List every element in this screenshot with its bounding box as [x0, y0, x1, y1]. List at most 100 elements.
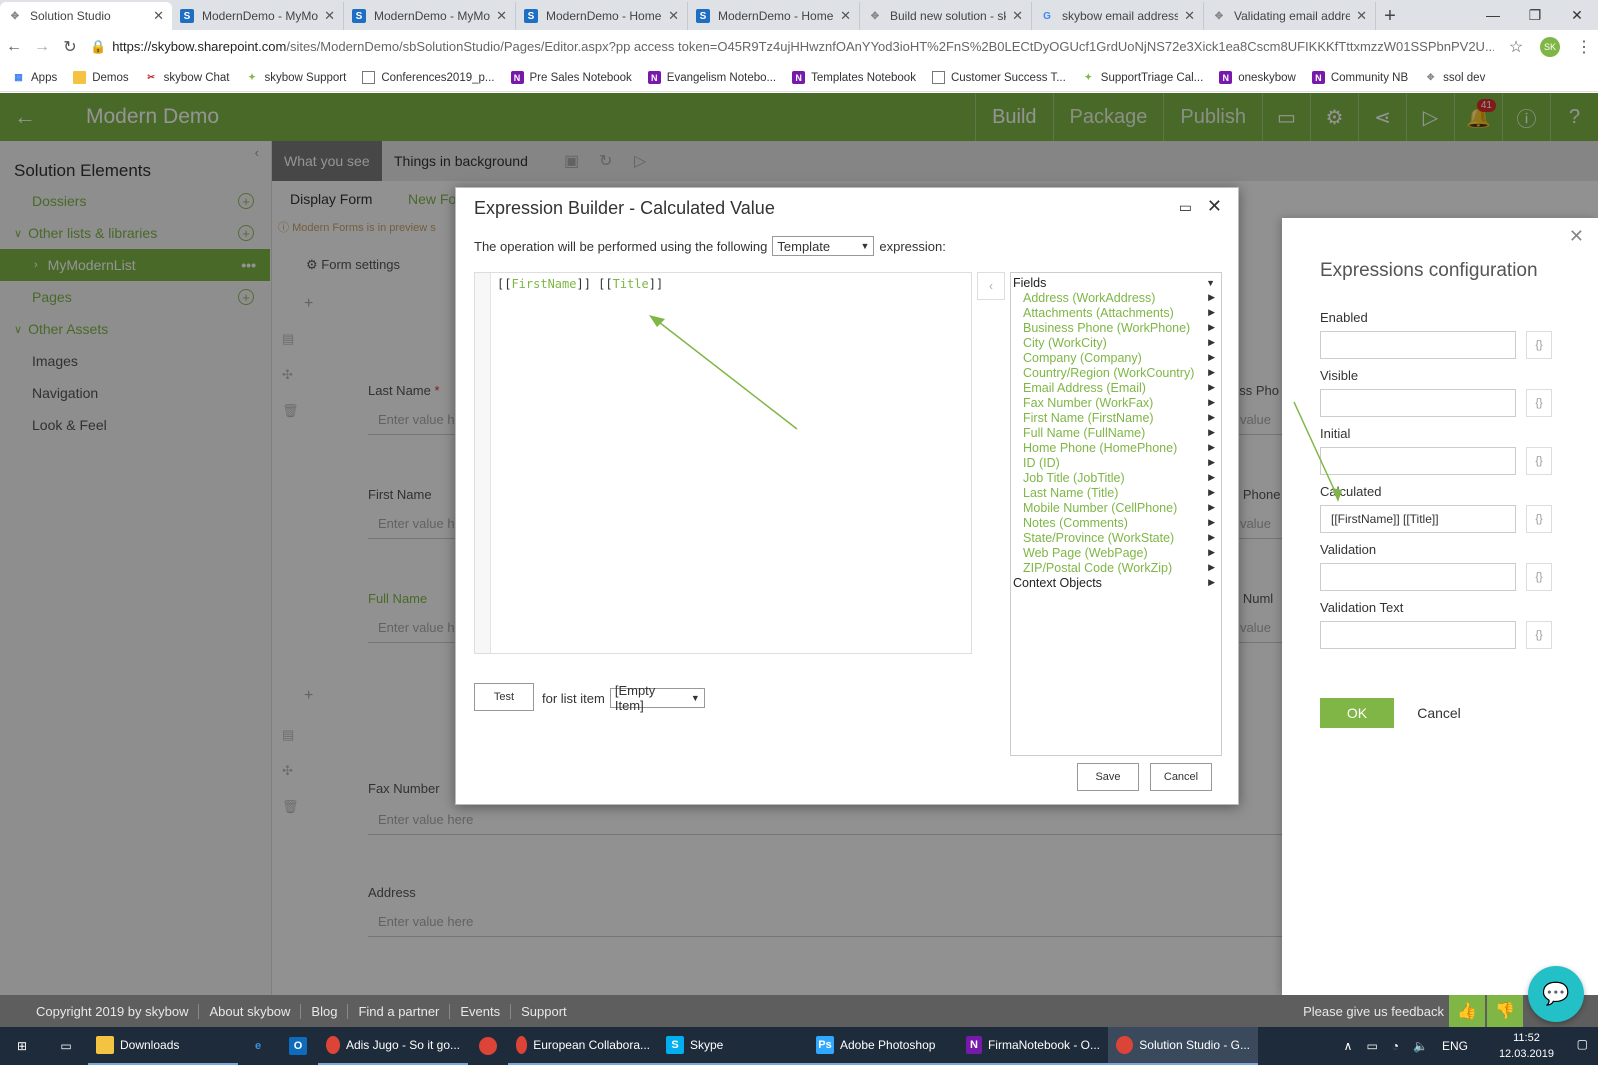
browser-tab[interactable]: S ModernDemo - Home ✕: [516, 2, 688, 30]
tree-item[interactable]: First Name (FirstName) ▶: [1011, 410, 1221, 425]
battery-icon[interactable]: ▭: [1366, 1039, 1377, 1053]
collapse-tree-button[interactable]: ‹: [977, 272, 1005, 300]
taskbar-onenote[interactable]: N FirmaNotebook - O...: [958, 1027, 1108, 1065]
tree-item[interactable]: State/Province (WorkState) ▶: [1011, 530, 1221, 545]
braces-button[interactable]: {}: [1526, 331, 1552, 359]
tree-item[interactable]: Fax Number (WorkFax) ▶: [1011, 395, 1221, 410]
bookmark-conferences[interactable]: Conferences2019_p...: [362, 71, 495, 84]
braces-button[interactable]: {}: [1526, 621, 1552, 649]
tree-item[interactable]: Last Name (Title) ▶: [1011, 485, 1221, 500]
minimize-icon[interactable]: —: [1472, 0, 1514, 30]
forward-arrow-icon[interactable]: →: [28, 38, 56, 56]
tree-item[interactable]: ID (ID) ▶: [1011, 455, 1221, 470]
tree-node-fields[interactable]: Fields ▼: [1011, 275, 1221, 290]
taskbar-chrome-european[interactable]: European Collabora...: [508, 1027, 658, 1065]
footer-link-blog[interactable]: Blog: [301, 1003, 349, 1019]
save-button[interactable]: Save: [1077, 763, 1139, 791]
maximize-icon[interactable]: ❐: [1514, 0, 1556, 30]
bookmark-support-triage[interactable]: ✦ SupportTriage Cal...: [1082, 71, 1204, 84]
footer-link-partner[interactable]: Find a partner: [348, 1003, 451, 1019]
browser-tab[interactable]: ✥ Build new solution - sk ✕: [860, 2, 1032, 30]
tree-item[interactable]: Notes (Comments) ▶: [1011, 515, 1221, 530]
bookmark-presales[interactable]: N Pre Sales Notebook: [510, 71, 632, 84]
tree-item[interactable]: Address (WorkAddress) ▶: [1011, 290, 1221, 305]
tree-node-context-objects[interactable]: Context Objects ▶: [1011, 575, 1221, 590]
tree-item[interactable]: Attachments (Attachments) ▶: [1011, 305, 1221, 320]
star-icon[interactable]: ☆: [1502, 37, 1530, 57]
new-tab-button[interactable]: +: [1376, 2, 1404, 30]
browser-tab[interactable]: S ModernDemo - MyMo ✕: [172, 2, 344, 30]
calculated-input[interactable]: [[FirstName]] [[Title]]: [1320, 505, 1516, 533]
bookmark-evangelism[interactable]: N Evangelism Notebo...: [647, 71, 776, 84]
tray-chevron-up-icon[interactable]: ∧: [1344, 1039, 1353, 1053]
system-clock[interactable]: 11:52 12.03.2019: [1499, 1030, 1554, 1062]
close-tab-icon[interactable]: ✕: [1012, 8, 1023, 24]
outlook-icon[interactable]: O: [278, 1027, 318, 1065]
close-icon[interactable]: ✕: [1569, 226, 1584, 247]
close-icon[interactable]: ✕: [1207, 196, 1222, 217]
profile-avatar[interactable]: SK: [1540, 37, 1560, 57]
tree-item[interactable]: City (WorkCity) ▶: [1011, 335, 1221, 350]
windows-start-icon[interactable]: ⊞: [0, 1027, 44, 1065]
bookmark-ssol-dev[interactable]: ✥ ssol dev: [1424, 71, 1485, 84]
taskbar-photoshop[interactable]: Ps Adobe Photoshop: [808, 1027, 958, 1065]
tree-item[interactable]: Job Title (JobTitle) ▶: [1011, 470, 1221, 485]
close-tab-icon[interactable]: ✕: [1356, 8, 1367, 24]
bookmark-demos[interactable]: Demos: [73, 71, 129, 84]
list-item-select[interactable]: [Empty Item] ▼: [609, 683, 705, 713]
edge-icon[interactable]: e: [238, 1027, 278, 1065]
expression-editor[interactable]: [[FirstName]] [[Title]]: [474, 272, 972, 654]
browser-menu-icon[interactable]: ⋮: [1570, 37, 1598, 57]
url-field[interactable]: 🔒 https://skybow.sharepoint.com/sites/Mod…: [90, 39, 1494, 55]
footer-link-support[interactable]: Support: [511, 1004, 577, 1019]
taskbar-chrome-adis[interactable]: Adis Jugo - So it go...: [318, 1027, 468, 1065]
thumbs-down-icon[interactable]: 👎: [1487, 995, 1523, 1027]
close-tab-icon[interactable]: ✕: [324, 8, 335, 24]
wifi-icon[interactable]: ◔: [1392, 1039, 1399, 1053]
tree-item[interactable]: Email Address (Email) ▶: [1011, 380, 1221, 395]
volume-icon[interactable]: 🔈: [1413, 1039, 1428, 1053]
chat-bubble-icon[interactable]: 💬: [1528, 966, 1584, 1022]
browser-tab[interactable]: Gskybow email address ✕: [1032, 2, 1204, 30]
task-view-icon[interactable]: ▭: [44, 1027, 88, 1065]
bookmark-skybow-support[interactable]: ✦ skybow Support: [246, 71, 346, 84]
bookmark-oneskybow[interactable]: Noneskybow: [1219, 71, 1296, 84]
tree-item[interactable]: Home Phone (HomePhone) ▶: [1011, 440, 1221, 455]
close-tab-icon[interactable]: ✕: [840, 8, 851, 24]
cancel-button[interactable]: Cancel: [1150, 763, 1212, 791]
validation-input[interactable]: [1320, 563, 1516, 591]
cancel-button[interactable]: Cancel: [1402, 698, 1476, 728]
taskbar-downloads[interactable]: Downloads: [88, 1027, 238, 1065]
bookmark-customer-success[interactable]: Customer Success T...: [931, 71, 1066, 84]
browser-tab[interactable]: ✥ Solution Studio ✕: [0, 2, 172, 30]
tree-item[interactable]: Full Name (FullName) ▶: [1011, 425, 1221, 440]
chrome-icon[interactable]: [468, 1027, 508, 1065]
bookmark-templates[interactable]: N Templates Notebook: [792, 71, 916, 84]
footer-link-events[interactable]: Events: [450, 1003, 512, 1019]
braces-button[interactable]: {}: [1526, 447, 1552, 475]
language-indicator[interactable]: ENG: [1442, 1039, 1468, 1053]
close-tab-icon[interactable]: ✕: [1184, 8, 1195, 24]
close-tab-icon[interactable]: ✕: [668, 8, 679, 24]
thumbs-up-icon[interactable]: 👍: [1449, 995, 1485, 1027]
taskbar-solution-studio[interactable]: Solution Studio - G...: [1108, 1027, 1258, 1065]
tree-item[interactable]: Mobile Number (CellPhone) ▶: [1011, 500, 1221, 515]
close-tab-icon[interactable]: ✕: [496, 8, 507, 24]
maximize-icon[interactable]: ▭: [1179, 199, 1192, 216]
tree-item[interactable]: Country/Region (WorkCountry) ▶: [1011, 365, 1221, 380]
browser-tab[interactable]: S ModernDemo - MyMo ✕: [344, 2, 516, 30]
test-button[interactable]: Test: [474, 683, 534, 711]
ok-button[interactable]: OK: [1320, 698, 1394, 728]
bookmark-skybow-chat[interactable]: ✂ skybow Chat: [145, 71, 229, 84]
close-window-icon[interactable]: ✕: [1556, 0, 1598, 30]
browser-tab[interactable]: S ModernDemo - Home ✕: [688, 2, 860, 30]
footer-link-about[interactable]: About skybow: [199, 1003, 302, 1019]
tree-item[interactable]: ZIP/Postal Code (WorkZip) ▶: [1011, 560, 1221, 575]
tree-item[interactable]: Business Phone (WorkPhone) ▶: [1011, 320, 1221, 335]
reload-icon[interactable]: ↻: [56, 37, 84, 57]
notifications-icon[interactable]: ▢: [1577, 1037, 1588, 1051]
tree-item[interactable]: Web Page (WebPage) ▶: [1011, 545, 1221, 560]
validation-text-input[interactable]: [1320, 621, 1516, 649]
back-arrow-icon[interactable]: ←: [0, 38, 28, 56]
expression-type-select[interactable]: Template ▼: [772, 236, 875, 256]
